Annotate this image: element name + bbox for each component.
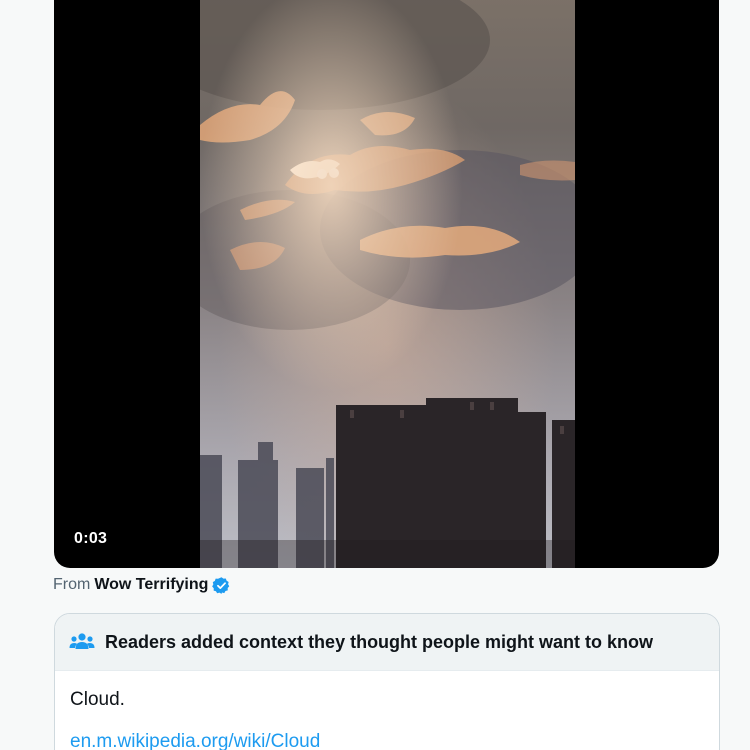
video-attribution: From Wow Terrifying bbox=[53, 575, 231, 595]
people-icon bbox=[69, 632, 95, 652]
community-note-header[interactable]: Readers added context they thought peopl… bbox=[55, 614, 719, 671]
video-frame[interactable] bbox=[200, 0, 575, 568]
community-note-title: Readers added context they thought peopl… bbox=[105, 631, 654, 652]
community-note-link[interactable]: en.m.wikipedia.org/wiki/Cloud bbox=[70, 731, 320, 750]
attribution-source-link[interactable]: Wow Terrifying bbox=[94, 576, 208, 594]
attribution-prefix: From bbox=[53, 576, 91, 593]
video-player[interactable]: 0:03 bbox=[54, 0, 719, 568]
tweet-media-section: 0:03 From Wow Terrifying Readers added c… bbox=[0, 0, 750, 750]
video-timestamp: 0:03 bbox=[74, 530, 108, 547]
video-thumbnail-image bbox=[200, 0, 575, 568]
community-note: Readers added context they thought peopl… bbox=[54, 613, 720, 750]
verified-badge-icon bbox=[212, 576, 231, 595]
community-note-body: Cloud. en.m.wikipedia.org/wiki/Cloud bbox=[55, 671, 719, 750]
community-note-text: Cloud. bbox=[70, 689, 125, 710]
